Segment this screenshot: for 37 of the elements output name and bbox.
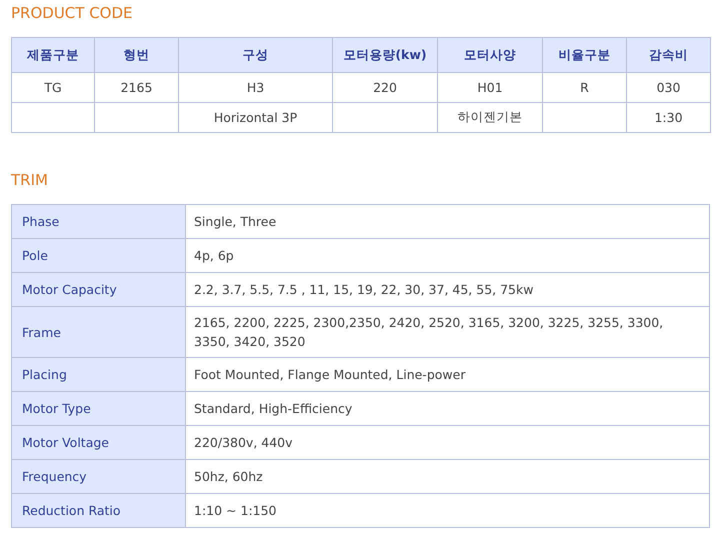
column-header: 모터용량(kw) (332, 38, 438, 72)
column-header: 구성 (178, 38, 332, 72)
row-label: Reduction Ratio (12, 494, 186, 528)
section-title: TRIM (11, 170, 48, 190)
section-title: PRODUCT CODE (11, 3, 133, 23)
column-header: 제품구분 (12, 38, 94, 72)
column-header: 비율구분 (542, 38, 626, 72)
row-label: Motor Capacity (12, 272, 186, 306)
table-cell: 220 (332, 72, 438, 102)
table-cell: TG (12, 72, 94, 102)
table-cell: 030 (626, 72, 710, 102)
row-label: Frequency (12, 460, 186, 494)
table-cell: 1:30 (626, 102, 710, 132)
table-cell: Single, Three (186, 204, 710, 238)
table-cell: 1:10 ~ 1:150 (186, 494, 710, 528)
column-header: 감속비 (626, 38, 710, 72)
table-cell: H01 (438, 72, 542, 102)
table-cell: Foot Mounted, Flange Mounted, Line-power (186, 358, 710, 392)
table-cell: 2.2, 3.7, 5.5, 7.5 , 11, 15, 19, 22, 30, 37, 45, 55, 75kw (186, 272, 710, 306)
row-label: Motor Type (12, 392, 186, 426)
row-label: Phase (12, 204, 186, 238)
row-label: Placing (12, 358, 186, 392)
table-cell: 2165, 2200, 2225, 2300,2350, 2420, 2520, 3165, 3200, 3225, 3255, 3300, 3350, 3420, 3520 (186, 306, 710, 358)
table-cell: 220/380v, 440v (186, 426, 710, 460)
table-cell: H3 (178, 72, 332, 102)
table-cell: Horizontal 3P (178, 102, 332, 132)
column-header: 형번 (94, 38, 178, 72)
table-cell: 2165 (94, 72, 178, 102)
table-cell: R (542, 72, 626, 102)
column-header: 모터사양 (438, 38, 542, 72)
row-label: Frame (12, 306, 186, 358)
table-cell: Standard, High-Efficiency (186, 392, 710, 426)
row-label: Pole (12, 238, 186, 272)
table-cell: 4p, 6p (186, 238, 710, 272)
table-cell: 하이젠기본 (438, 102, 542, 132)
table-cell: 50hz, 60hz (186, 460, 710, 494)
row-label: Motor Voltage (12, 426, 186, 460)
